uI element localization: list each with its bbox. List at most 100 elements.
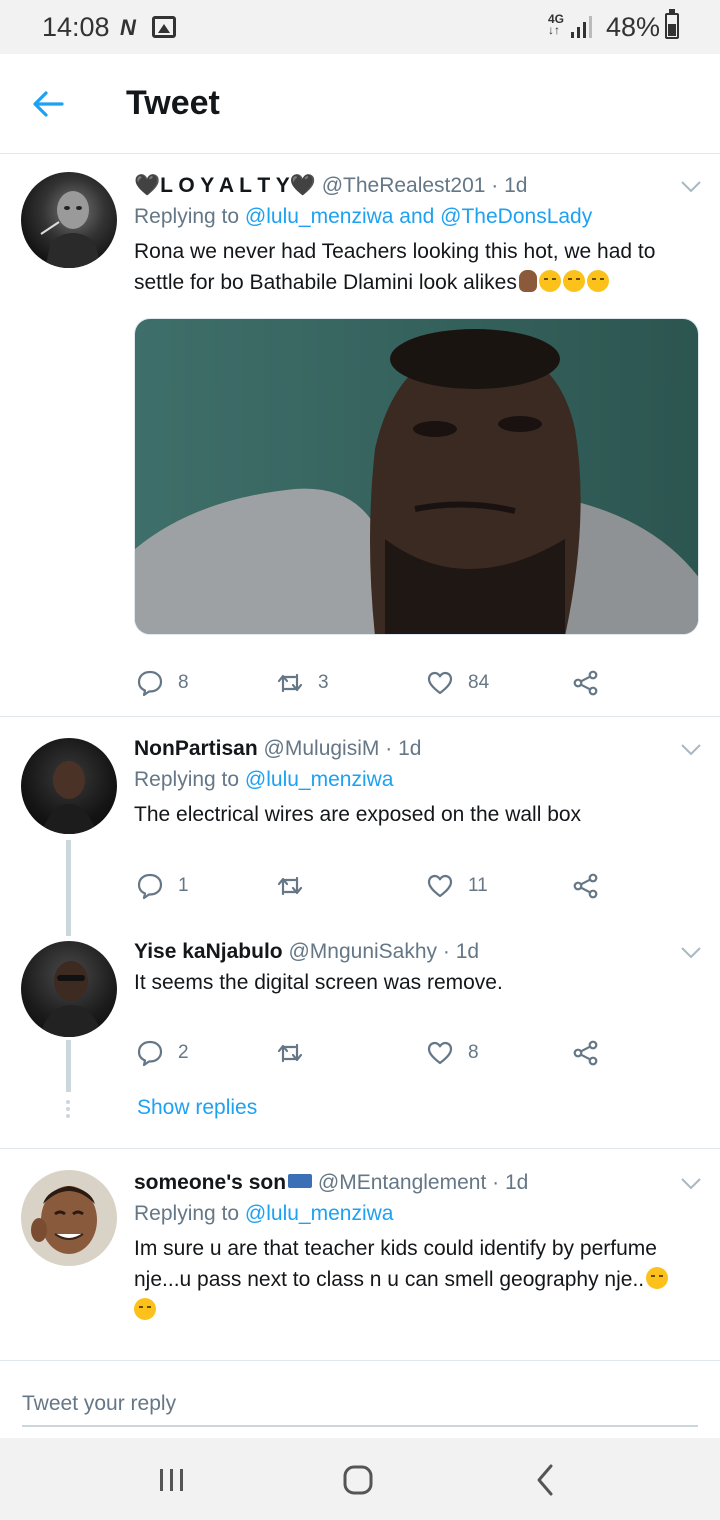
retweet-icon xyxy=(277,1043,303,1063)
avatar-image xyxy=(41,761,97,834)
chevron-down-icon[interactable] xyxy=(680,946,702,960)
display-name[interactable]: NonPartisan xyxy=(134,737,258,760)
share-button[interactable] xyxy=(572,1036,600,1070)
thread-connector xyxy=(66,1040,71,1092)
share-icon xyxy=(573,873,598,899)
show-replies-link[interactable]: Show replies xyxy=(137,1096,257,1120)
chevron-down-icon[interactable] xyxy=(680,180,702,194)
share-button[interactable] xyxy=(572,869,600,903)
tweet-time: 1d xyxy=(398,737,422,760)
reply-count: 8 xyxy=(178,672,189,693)
comment-icon xyxy=(137,670,163,697)
user-handle[interactable]: @TheRealest201 xyxy=(322,174,486,197)
divider xyxy=(0,716,720,717)
display-name[interactable]: someone's son xyxy=(134,1171,313,1194)
comment-icon xyxy=(137,1040,163,1067)
display-name[interactable]: Yise kaNjabulo xyxy=(134,940,283,963)
avatar-image xyxy=(31,1186,97,1254)
tweet-actions: 2 8 xyxy=(136,1036,606,1070)
replying-to-mentions[interactable]: @lulu_menziwa xyxy=(245,1202,394,1225)
tweet-media-image[interactable] xyxy=(134,318,699,635)
replying-to: Replying to @lulu_menziwa xyxy=(134,1202,394,1225)
sweat-smile-emoji xyxy=(646,1267,669,1289)
tweet-header: 🖤L O Y A L T Y🖤 @TheRealest201 · 1d xyxy=(134,174,527,198)
tweet-actions: 1 11 xyxy=(136,869,606,903)
recent-apps-icon[interactable] xyxy=(152,1460,192,1500)
pensive-face-emoji xyxy=(562,270,585,292)
page-title: Tweet xyxy=(126,84,220,122)
back-nav-icon[interactable] xyxy=(526,1460,566,1500)
avatar[interactable] xyxy=(21,1170,117,1266)
divider xyxy=(0,1148,720,1149)
avatar-image xyxy=(40,191,101,268)
heart-icon xyxy=(427,874,453,898)
gallery-notification-icon xyxy=(152,16,176,38)
share-button[interactable] xyxy=(572,666,600,700)
retweet-button[interactable]: 3 xyxy=(276,666,329,700)
display-name[interactable]: 🖤L O Y A L T Y🖤 xyxy=(134,174,316,197)
network-type: 4G ↓↑ xyxy=(548,12,565,37)
tweet-text: The electrical wires are exposed on the … xyxy=(134,803,582,826)
crossed-fingers-emoji xyxy=(518,270,537,292)
status-time: 14:08 xyxy=(42,12,110,42)
reply-count: 1 xyxy=(178,875,189,896)
user-handle[interactable]: @MulugisiM xyxy=(264,737,380,760)
chevron-down-icon[interactable] xyxy=(680,1177,702,1191)
like-count: 11 xyxy=(468,875,488,896)
replying-to-mentions[interactable]: @lulu_menziwa and @TheDonsLady xyxy=(245,205,592,228)
chevron-down-icon[interactable] xyxy=(680,743,702,757)
pensive-face-emoji xyxy=(538,270,561,292)
tweet-text: Rona we never had Teachers looking this … xyxy=(134,240,656,294)
reply-button[interactable]: 1 xyxy=(136,869,189,903)
sweat-smile-emoji xyxy=(134,1298,156,1320)
signal-icon xyxy=(571,16,592,38)
battery-icon xyxy=(665,9,679,39)
user-handle[interactable]: @MEntanglement xyxy=(318,1171,486,1194)
like-button[interactable]: 11 xyxy=(426,869,488,903)
reply-button[interactable]: 8 xyxy=(136,666,189,700)
tweet-reply-input[interactable] xyxy=(22,1383,698,1427)
like-button[interactable]: 8 xyxy=(426,1036,479,1070)
user-handle[interactable]: @MnguniSakhy xyxy=(288,940,437,963)
retweet-button[interactable] xyxy=(276,869,318,903)
home-icon[interactable] xyxy=(338,1460,378,1500)
reply-composer xyxy=(0,1360,720,1438)
avatar[interactable] xyxy=(21,738,117,834)
like-count: 8 xyxy=(468,1042,479,1063)
tweet-header: Yise kaNjabulo @MnguniSakhy · 1d xyxy=(134,940,479,964)
tweet-header: someone's son @MEntanglement · 1d xyxy=(134,1171,528,1195)
heart-icon xyxy=(427,1041,453,1065)
status-bar: 14:08 N 4G ↓↑ 48% xyxy=(0,0,720,54)
thread-connector xyxy=(66,840,71,936)
notification-n-icon: N xyxy=(120,15,136,40)
bed-emoji xyxy=(288,1174,313,1188)
replying-to: Replying to @lulu_menziwa xyxy=(134,768,394,791)
pensive-face-emoji xyxy=(586,270,609,292)
retweet-icon xyxy=(277,876,303,896)
avatar[interactable] xyxy=(21,172,117,268)
replying-to-mentions[interactable]: @lulu_menziwa xyxy=(245,768,394,791)
tweet-actions: 8 3 84 xyxy=(136,666,606,700)
separator-dot: · xyxy=(492,1171,500,1194)
back-arrow-icon[interactable] xyxy=(28,84,68,124)
battery-percent: 48% xyxy=(606,12,661,42)
share-icon xyxy=(573,670,598,696)
media-photo xyxy=(135,319,698,634)
retweet-button[interactable] xyxy=(276,1036,318,1070)
reply-button[interactable]: 2 xyxy=(136,1036,189,1070)
tweet-header: NonPartisan @MulugisiM · 1d xyxy=(134,737,421,761)
reply-count: 2 xyxy=(178,1042,189,1063)
tweet-time: 1d xyxy=(504,174,528,197)
separator-dot: · xyxy=(385,737,393,760)
tweet-text: Im sure u are that teacher kids could id… xyxy=(134,1233,694,1326)
separator-dot: · xyxy=(491,174,499,197)
retweet-count: 3 xyxy=(318,672,329,693)
retweet-icon xyxy=(277,673,303,693)
tweet-text: It seems the digital screen was remove. xyxy=(134,971,503,994)
android-nav-bar xyxy=(0,1438,720,1520)
comment-icon xyxy=(137,873,163,900)
avatar[interactable] xyxy=(21,941,117,1037)
like-button[interactable]: 84 xyxy=(426,666,489,700)
tweet-time: 1d xyxy=(455,940,480,963)
app-header: Tweet xyxy=(0,54,720,154)
